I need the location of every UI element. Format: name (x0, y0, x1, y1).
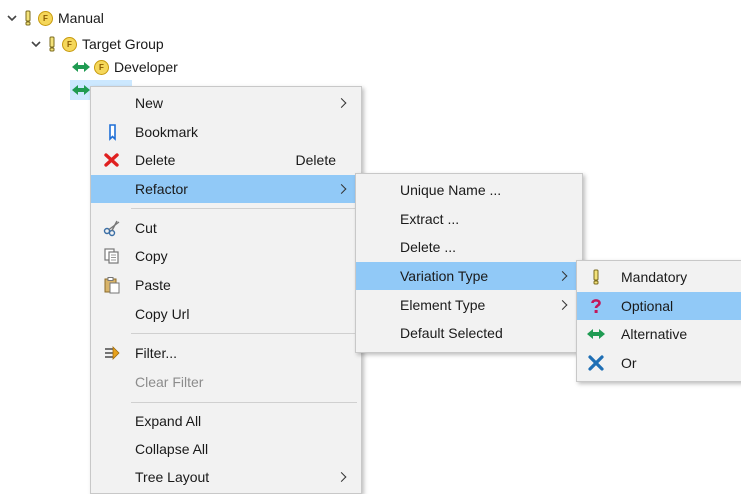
feature-icon: F (38, 10, 53, 26)
menu-item-extract[interactable]: Extract ... (356, 205, 582, 233)
menu-item-mandatory[interactable]: Mandatory (577, 263, 741, 291)
mandatory-icon (49, 36, 55, 52)
tree-node-developer[interactable]: F Developer (72, 56, 178, 78)
menu-item-copy-url[interactable]: Copy Url (91, 300, 361, 328)
menu-separator (131, 208, 357, 209)
menu-item-optional[interactable]: Optional (577, 292, 741, 320)
menu-item-copy[interactable]: Copy (91, 242, 361, 270)
mandatory-icon (593, 269, 599, 285)
menu-item-bookmark[interactable]: Bookmark (91, 118, 361, 146)
or-icon (588, 355, 604, 371)
chevron-down-icon[interactable] (6, 12, 18, 24)
menu-separator (131, 333, 357, 334)
submenu-arrow-icon (336, 472, 347, 482)
tree-node-label: Developer (114, 59, 178, 75)
menu-item-variation-type[interactable]: Variation Type (356, 262, 582, 290)
menu-item-collapse-all[interactable]: Collapse All (91, 435, 361, 463)
menu-item-new[interactable]: New (91, 89, 361, 117)
menu-item-refactor[interactable]: Refactor (91, 175, 361, 203)
delete-icon (104, 153, 119, 167)
submenu-arrow-icon (336, 184, 347, 194)
variation-type-submenu: Mandatory Optional Alternative Or (576, 260, 741, 382)
menu-separator (131, 402, 357, 403)
menu-item-element-type[interactable]: Element Type (356, 291, 582, 319)
mandatory-icon (25, 10, 31, 26)
submenu-arrow-icon (336, 98, 347, 108)
menu-item-expand-all[interactable]: Expand All (91, 407, 361, 435)
paste-icon (104, 277, 120, 294)
feature-icon: F (94, 59, 109, 75)
menu-item-cut[interactable]: Cut (91, 214, 361, 242)
alternative-icon (587, 329, 605, 339)
optional-icon (591, 299, 601, 313)
tree-node-label: Target Group (82, 36, 164, 52)
menu-item-paste[interactable]: Paste (91, 271, 361, 299)
alternative-icon (72, 85, 90, 95)
menu-item-clear-filter: Clear Filter (135, 374, 204, 390)
refactor-submenu: Unique Name ... Extract ... Delete ... V… (355, 173, 583, 353)
scissors-icon (103, 220, 120, 237)
chevron-down-icon[interactable] (30, 38, 42, 50)
menu-item-tree-layout[interactable]: Tree Layout (91, 463, 361, 491)
menu-item-filter[interactable]: Filter... (91, 339, 361, 367)
menu-item-or[interactable]: Or (577, 349, 741, 377)
submenu-arrow-icon (557, 300, 568, 310)
tree-node-label: Manual (58, 10, 104, 26)
menu-item-delete-refactor[interactable]: Delete ... (356, 233, 582, 261)
shortcut-label: Delete (295, 152, 336, 168)
feature-icon: F (62, 36, 77, 52)
menu-item-alternative[interactable]: Alternative (577, 320, 741, 348)
menu-item-default-selected[interactable]: Default Selected (356, 319, 582, 347)
alternative-icon (72, 62, 90, 72)
submenu-arrow-icon (557, 271, 568, 281)
menu-item-unique-name[interactable]: Unique Name ... (356, 176, 582, 204)
tree-node-manual[interactable]: F Manual (6, 7, 104, 29)
bookmark-icon (109, 124, 116, 141)
tree-node-target-group[interactable]: F Target Group (30, 33, 164, 55)
copy-icon (104, 248, 119, 264)
filter-icon (105, 346, 120, 360)
menu-item-delete[interactable]: Delete Delete (91, 146, 361, 174)
context-menu: New Bookmark Delete Delete Refactor Cut (90, 86, 362, 494)
